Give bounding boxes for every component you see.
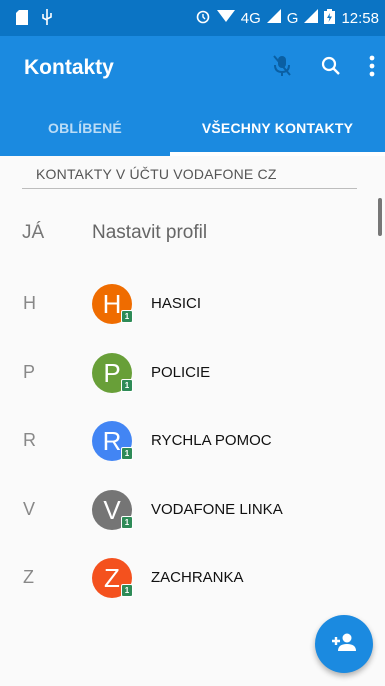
contact-name: ZACHRANKA xyxy=(151,569,244,586)
status-right: 4G G 12:58 xyxy=(195,8,379,28)
more-vert-icon[interactable] xyxy=(369,55,375,82)
add-contact-button[interactable] xyxy=(315,615,373,673)
sd-card-icon xyxy=(16,9,28,30)
network-type-2: G xyxy=(286,9,299,27)
contact-name: POLICIE xyxy=(151,364,211,381)
account-divider xyxy=(22,188,357,189)
account-header: KONTAKTY V ÚČTU VODAFONE CZ xyxy=(36,166,277,182)
alarm-icon xyxy=(195,8,211,28)
usb-icon xyxy=(42,9,52,30)
contact-row[interactable]: H H 1 HASICI xyxy=(0,276,385,332)
contact-name: HASICI xyxy=(151,295,202,312)
search-icon[interactable] xyxy=(321,56,341,81)
status-left xyxy=(16,9,52,30)
section-letter: H xyxy=(23,293,36,313)
scrollbar-thumb[interactable] xyxy=(378,198,382,236)
network-type: 4G xyxy=(240,9,261,27)
contact-name: RYCHLA POMOC xyxy=(151,432,272,449)
me-letter: JÁ xyxy=(22,222,45,243)
contact-row[interactable]: Z Z 1 ZACHRANKA xyxy=(0,550,385,606)
section-letter: P xyxy=(23,362,36,382)
app-bar: Kontakty xyxy=(0,36,385,100)
contact-row[interactable]: V V 1 VODAFONE LINKA xyxy=(0,482,385,538)
section-letter: R xyxy=(23,430,36,450)
battery-icon xyxy=(324,8,336,28)
add-person-icon xyxy=(331,632,357,657)
section-letter: V xyxy=(23,499,36,519)
app-title: Kontakty xyxy=(24,56,114,79)
status-bar: 4G G 12:58 xyxy=(0,0,385,36)
contact-row[interactable]: R R 1 RYCHLA POMOC xyxy=(0,413,385,469)
section-letter: Z xyxy=(23,567,34,587)
tab-indicator xyxy=(170,152,385,156)
signal2-icon xyxy=(304,9,319,27)
clock: 12:58 xyxy=(341,9,379,27)
sim-badge: 1 xyxy=(121,310,133,323)
tab-favorites[interactable]: OBLÍBENÉ xyxy=(0,100,170,156)
tab-all-contacts[interactable]: VŠECHNY KONTAKTY xyxy=(170,100,385,156)
contact-name: VODAFONE LINKA xyxy=(151,501,283,518)
signal-icon xyxy=(266,9,281,27)
sim-badge: 1 xyxy=(121,379,133,392)
app-bar-actions xyxy=(271,54,375,83)
wifi-icon xyxy=(216,9,235,27)
contact-row[interactable]: P P 1 POLICIE xyxy=(0,345,385,401)
setup-profile[interactable]: Nastavit profil xyxy=(92,222,207,244)
sim-badge: 1 xyxy=(121,516,133,529)
mic-off-icon[interactable] xyxy=(271,54,293,83)
sim-badge: 1 xyxy=(121,447,133,460)
sim-badge: 1 xyxy=(121,584,133,597)
tab-bar: OBLÍBENÉ VŠECHNY KONTAKTY xyxy=(0,100,385,156)
